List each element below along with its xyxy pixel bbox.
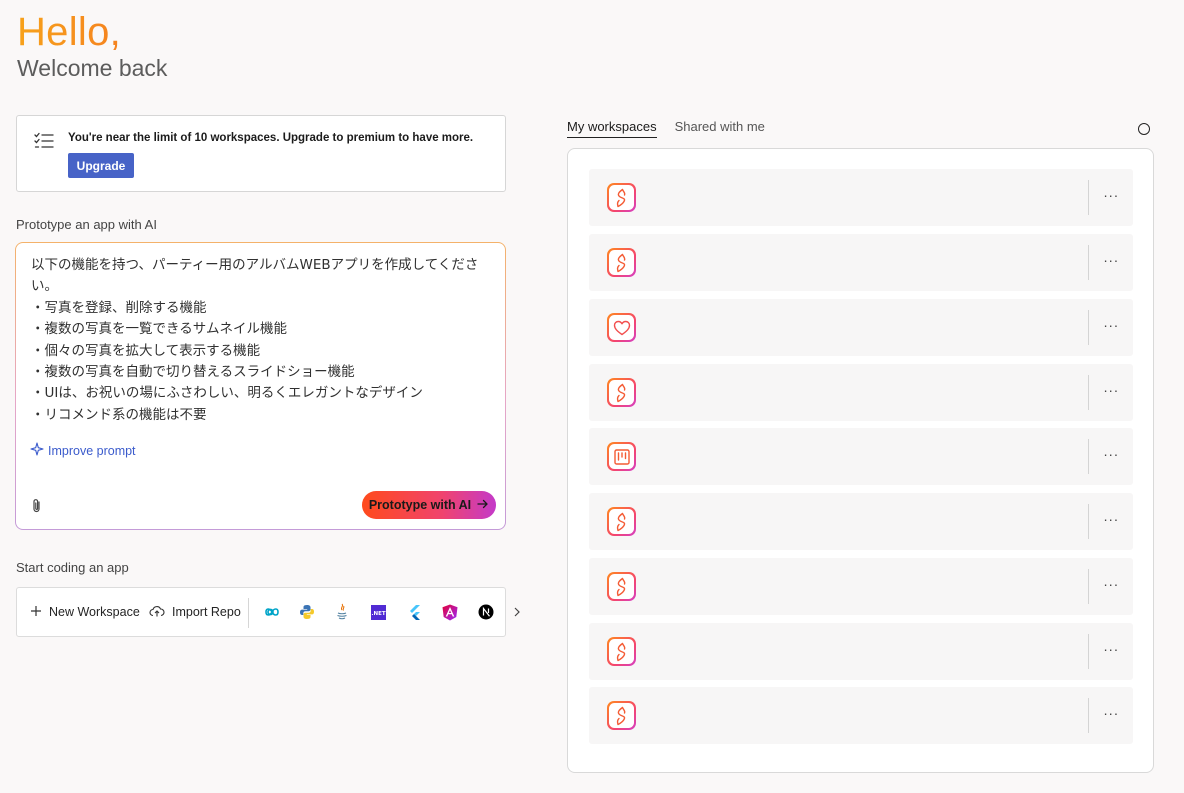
heart-icon bbox=[607, 313, 636, 342]
tab-my-workspaces[interactable]: My workspaces bbox=[567, 119, 657, 138]
more-options-icon[interactable]: ··· bbox=[1101, 315, 1121, 335]
workspace-list: ··· ··· ··· ··· ··· ··· ··· ··· ··· bbox=[567, 148, 1154, 773]
workspace-item[interactable]: ··· bbox=[589, 234, 1133, 291]
workspace-item[interactable]: ··· bbox=[589, 687, 1133, 744]
spark-icon bbox=[607, 701, 636, 730]
workspace-item[interactable]: ··· bbox=[589, 493, 1133, 550]
spark-icon bbox=[607, 183, 636, 212]
workspace-item[interactable]: ··· bbox=[589, 299, 1133, 356]
more-options-icon[interactable]: ··· bbox=[1101, 444, 1121, 464]
workspace-limit-notice: You're near the limit of 10 workspaces. … bbox=[16, 115, 506, 192]
workspace-item[interactable]: ··· bbox=[589, 364, 1133, 421]
java-icon[interactable] bbox=[333, 603, 351, 621]
tab-shared-with-me[interactable]: Shared with me bbox=[675, 119, 765, 138]
more-options-icon[interactable]: ··· bbox=[1101, 185, 1121, 205]
dotnet-badge-text: .NET bbox=[371, 611, 385, 617]
checklist-icon bbox=[34, 132, 54, 150]
board-icon bbox=[607, 442, 636, 471]
cloud-upload-icon bbox=[149, 605, 165, 620]
spark-icon bbox=[607, 378, 636, 407]
refresh-icon[interactable] bbox=[1138, 123, 1150, 135]
divider bbox=[1088, 180, 1089, 215]
new-workspace-button[interactable]: New Workspace bbox=[30, 588, 140, 636]
more-options-icon[interactable]: ··· bbox=[1101, 703, 1121, 723]
dotnet-icon[interactable]: .NET bbox=[369, 603, 387, 621]
coding-section-label: Start coding an app bbox=[16, 560, 129, 575]
spark-icon bbox=[607, 572, 636, 601]
divider bbox=[1088, 569, 1089, 604]
upgrade-button[interactable]: Upgrade bbox=[68, 153, 134, 178]
arrow-right-icon bbox=[477, 498, 489, 512]
workspace-item[interactable]: ··· bbox=[589, 169, 1133, 226]
python-icon[interactable] bbox=[298, 603, 316, 621]
improve-prompt-label: Improve prompt bbox=[48, 443, 136, 458]
divider bbox=[1088, 698, 1089, 733]
more-options-icon[interactable]: ··· bbox=[1101, 380, 1121, 400]
divider bbox=[1088, 375, 1089, 410]
divider bbox=[1088, 310, 1089, 345]
divider bbox=[1088, 245, 1089, 280]
divider bbox=[1088, 439, 1089, 474]
improve-prompt-button[interactable]: Improve prompt bbox=[30, 442, 136, 459]
more-options-icon[interactable]: ··· bbox=[1101, 250, 1121, 270]
flutter-icon[interactable] bbox=[405, 603, 423, 621]
prompt-box: 以下の機能を持つ、パーティー用のアルバムWEBアプリを作成してください。 ・写真… bbox=[15, 242, 506, 530]
workspace-tabs: My workspaces Shared with me bbox=[567, 119, 765, 138]
prompt-input[interactable]: 以下の機能を持つ、パーティー用のアルバムWEBアプリを作成してください。 ・写真… bbox=[31, 255, 496, 426]
divider bbox=[1088, 634, 1089, 669]
spark-icon bbox=[607, 507, 636, 536]
more-options-icon[interactable]: ··· bbox=[1101, 509, 1121, 529]
workspace-item[interactable]: ··· bbox=[589, 623, 1133, 680]
more-options-icon[interactable]: ··· bbox=[1101, 639, 1121, 659]
chevron-right-icon[interactable] bbox=[508, 603, 526, 621]
import-repo-button[interactable]: Import Repo bbox=[149, 588, 241, 636]
more-options-icon[interactable]: ··· bbox=[1101, 574, 1121, 594]
new-workspace-label: New Workspace bbox=[49, 605, 140, 619]
angular-icon[interactable] bbox=[441, 603, 459, 621]
prototype-button-label: Prototype with AI bbox=[368, 498, 472, 512]
workspace-item[interactable]: ··· bbox=[589, 558, 1133, 615]
spark-icon bbox=[607, 248, 636, 277]
start-coding-bar: New Workspace Import Repo .NET bbox=[16, 587, 520, 637]
divider bbox=[1088, 504, 1089, 539]
limit-message: You're near the limit of 10 workspaces. … bbox=[68, 132, 474, 144]
sparkle-icon bbox=[30, 442, 44, 459]
spark-icon bbox=[607, 637, 636, 666]
plus-icon bbox=[30, 605, 42, 620]
divider bbox=[248, 598, 249, 628]
nextjs-icon[interactable] bbox=[477, 603, 495, 621]
paperclip-icon[interactable] bbox=[31, 498, 43, 514]
blank-template-icon[interactable] bbox=[263, 603, 281, 621]
greeting-welcome: Welcome back bbox=[17, 55, 168, 81]
workspace-item[interactable]: ··· bbox=[589, 428, 1133, 485]
greeting-hello: Hello, bbox=[17, 10, 122, 54]
import-repo-label: Import Repo bbox=[172, 605, 241, 619]
prototype-section-label: Prototype an app with AI bbox=[16, 217, 157, 232]
prototype-with-ai-button[interactable]: Prototype with AI bbox=[362, 491, 496, 519]
